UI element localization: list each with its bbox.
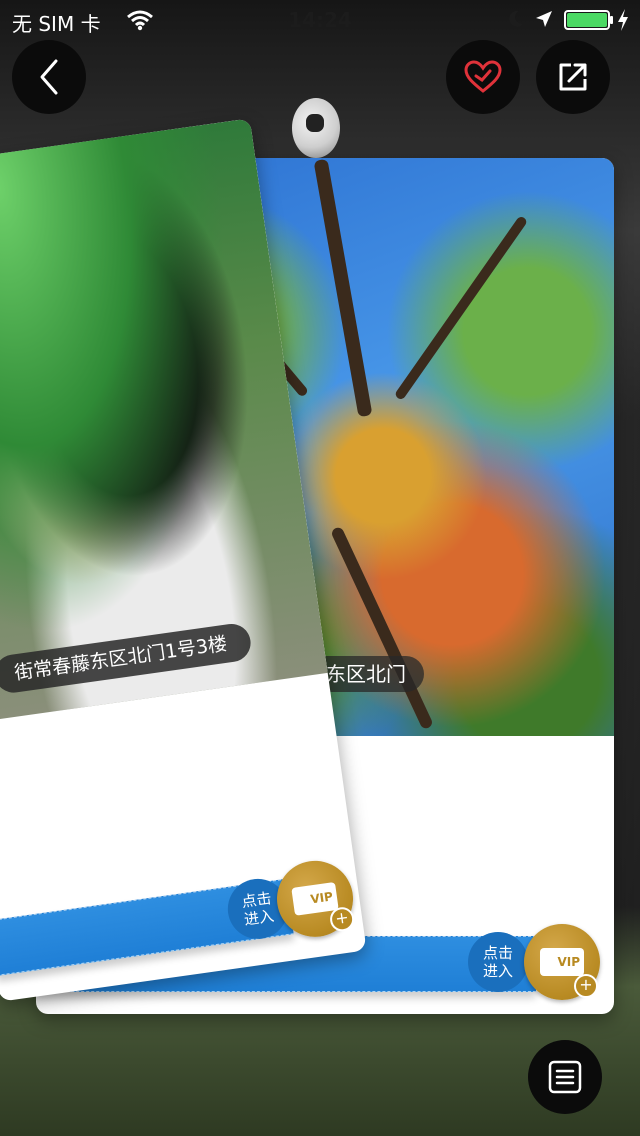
charging-icon [618, 9, 628, 31]
location-arrow-icon [536, 11, 552, 27]
vip-card-icon: VIP [291, 881, 339, 916]
battery-icon [564, 10, 613, 30]
enter-button[interactable]: 点击 进入 [468, 932, 528, 992]
store-address-label: 街常春藤东区北门1号3楼 [0, 621, 254, 696]
vip-label: VIP [309, 889, 334, 907]
enter-label-line2: 进入 [482, 962, 513, 980]
enter-label-line1: 点击 [482, 944, 513, 962]
list-icon [548, 1060, 582, 1094]
chevron-left-icon [40, 59, 58, 95]
menu-button[interactable] [528, 1040, 602, 1114]
share-button[interactable] [536, 40, 610, 114]
share-icon [559, 63, 587, 91]
back-button[interactable] [12, 40, 86, 114]
vip-card-icon: VIP [540, 948, 584, 976]
favorite-button[interactable] [446, 40, 520, 114]
heart-icon [464, 60, 502, 93]
tree-branch [330, 525, 434, 731]
moon-icon [509, 10, 524, 27]
plus-icon: + [574, 974, 598, 998]
background-soccer-ball [292, 98, 340, 158]
vip-badge[interactable]: VIP + [524, 924, 600, 1000]
tree-branch [313, 158, 373, 418]
plus-icon: + [328, 905, 356, 933]
vip-label: VIP [557, 955, 580, 969]
enter-label-line2: 进入 [242, 906, 276, 929]
tree-branch [393, 215, 529, 401]
status-bar: 无 SIM 卡 14:24 [0, 0, 640, 40]
